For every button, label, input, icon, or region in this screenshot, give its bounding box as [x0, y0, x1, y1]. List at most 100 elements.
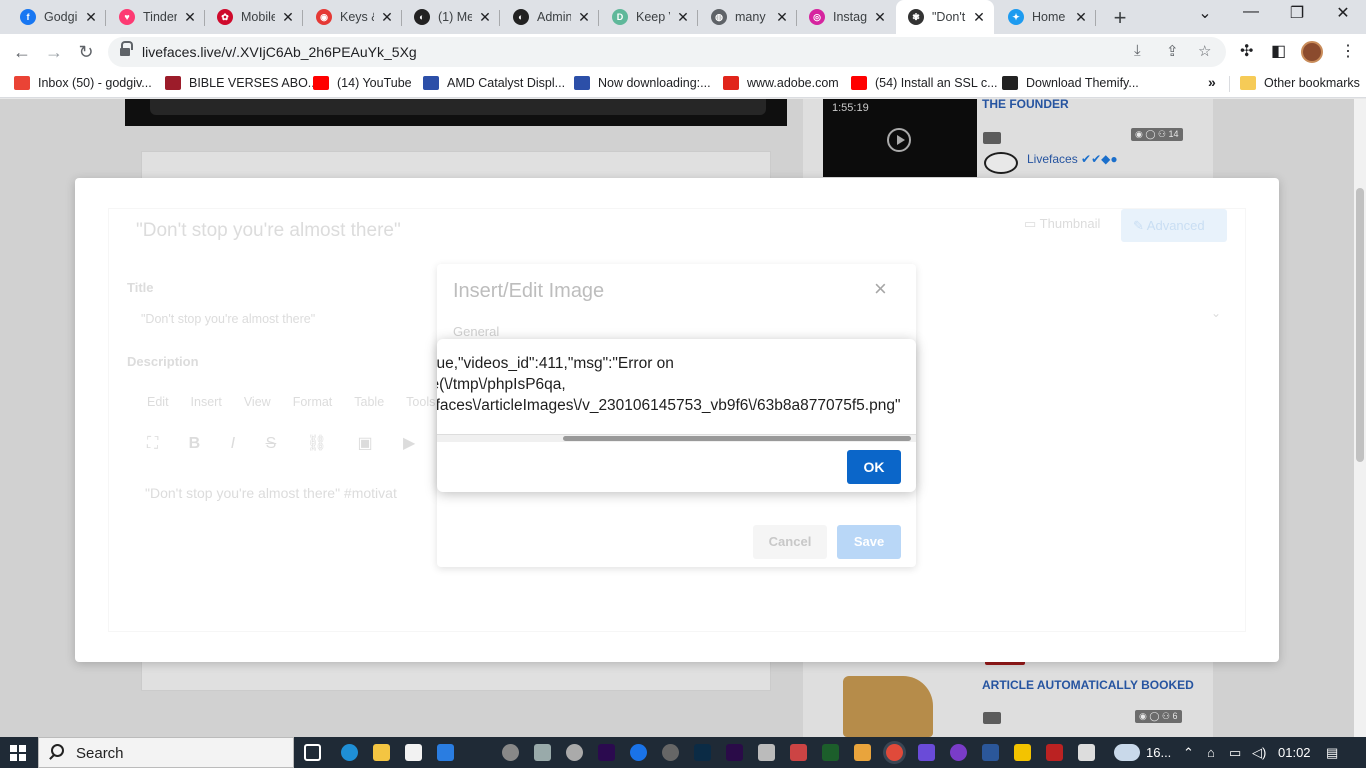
editor-menu-item[interactable]: Edit [147, 395, 169, 409]
tab-close-icon[interactable]: ✕ [183, 9, 197, 26]
word-icon[interactable] [982, 744, 999, 761]
app-icon[interactable] [630, 744, 647, 761]
mail-icon[interactable] [437, 744, 454, 761]
minimize-button[interactable]: — [1228, 3, 1274, 27]
address-url[interactable]: livefaces.live/v/.XVIjC6Ab_2h6PEAuYk_5Xg [142, 44, 417, 60]
bookmark-star-icon[interactable]: ☆ [1198, 42, 1211, 60]
app-icon[interactable] [950, 744, 967, 761]
link-icon[interactable]: ⛓ [307, 435, 327, 452]
bookmark-item[interactable]: (54) Install an SSL c... [851, 76, 998, 90]
settings-gear-icon[interactable] [502, 744, 519, 761]
install-app-icon[interactable]: ⤓ [1134, 42, 1141, 59]
browser-tab[interactable]: ✾ "Don't ✕ [896, 0, 994, 34]
tab-close-icon[interactable]: ✕ [380, 9, 394, 26]
app-icon[interactable] [1014, 744, 1031, 761]
app-icon[interactable] [790, 744, 807, 761]
browser-tab[interactable]: f Godgi ✕ [8, 4, 106, 30]
tab-close-icon[interactable]: ✕ [84, 9, 98, 26]
browser-tab[interactable]: ◉ Keys & ✕ [304, 4, 402, 30]
bookmark-item[interactable]: (14) YouTube [313, 76, 412, 90]
visual-studio-icon[interactable] [918, 744, 935, 761]
tab-close-icon[interactable]: ✕ [972, 9, 986, 26]
notifications-icon[interactable]: ▤ [1326, 745, 1338, 761]
save-button[interactable]: Save [837, 525, 901, 559]
browser-tab[interactable]: ◍ many ✕ [699, 4, 797, 30]
restore-button[interactable]: ❐ [1274, 3, 1320, 27]
tray-app-icon[interactable]: ⌂ [1207, 745, 1215, 760]
browser-tab[interactable]: ✦ Home ✕ [996, 4, 1096, 30]
store-icon[interactable] [405, 744, 422, 761]
browser-tab[interactable]: D Keep V ✕ [600, 4, 698, 30]
weather-temperature[interactable]: 16... [1146, 745, 1171, 760]
editor-menu-item[interactable]: Table [354, 395, 384, 409]
extensions-puzzle-icon[interactable]: ✣ [1240, 41, 1253, 61]
browser-tab[interactable]: ✿ Mobile ✕ [205, 4, 303, 30]
bookmark-item[interactable]: www.adobe.com [723, 76, 839, 90]
tab-search-chevron-icon[interactable]: ⌄ [1182, 3, 1228, 27]
side-panel-icon[interactable]: ◧ [1271, 41, 1286, 61]
profile-avatar[interactable] [1301, 41, 1323, 63]
other-bookmarks-folder[interactable]: Other bookmarks [1240, 76, 1360, 90]
close-window-button[interactable]: ✕ [1320, 3, 1366, 27]
bookmark-item[interactable]: Inbox (50) - godgiv... [14, 76, 152, 90]
tab-close-icon[interactable]: ✕ [873, 9, 887, 26]
ok-button[interactable]: OK [847, 450, 901, 484]
strikethrough-icon[interactable]: S [266, 435, 277, 452]
network-icon[interactable]: ▭ [1229, 745, 1241, 761]
dropdown-chevron-icon[interactable]: ⌄ [1211, 306, 1221, 320]
media-icon[interactable]: ▶ [403, 435, 415, 452]
app-icon[interactable] [822, 744, 839, 761]
app-icon[interactable] [566, 744, 583, 761]
tray-chevron-icon[interactable]: ⌃ [1183, 745, 1194, 761]
tab-close-icon[interactable]: ✕ [478, 9, 492, 26]
edge-browser-icon[interactable] [341, 744, 358, 761]
bookmark-item[interactable]: Now downloading:... [574, 76, 711, 90]
task-view-icon[interactable] [304, 744, 321, 761]
app-icon[interactable] [854, 744, 871, 761]
browser-tab[interactable]: ◎ Instag ✕ [797, 4, 895, 30]
page-scrollbar[interactable] [1354, 99, 1366, 737]
image-icon[interactable]: ▣ [357, 435, 372, 452]
chrome-icon[interactable] [886, 744, 903, 761]
title-input[interactable]: "Don't stop you're almost there" [141, 312, 315, 326]
browser-tab[interactable]: ◐ Admin ✕ [501, 4, 599, 30]
taskbar-search-box[interactable]: Search [38, 737, 294, 768]
tab-close-icon[interactable]: ✕ [577, 9, 591, 26]
remote-desktop-icon[interactable] [534, 744, 551, 761]
after-effects-icon[interactable] [726, 744, 743, 761]
volume-icon[interactable]: ◁) [1252, 745, 1266, 761]
editor-body-text[interactable]: "Don't stop you're almost there" #motiva… [145, 485, 397, 501]
menu-kebab-icon[interactable]: ⋮ [1340, 41, 1356, 61]
close-icon[interactable]: × [874, 276, 887, 302]
lock-icon[interactable] [120, 41, 133, 57]
italic-icon[interactable]: I [231, 435, 235, 452]
tab-close-icon[interactable]: ✕ [676, 9, 690, 26]
windows-start-icon[interactable] [10, 745, 26, 761]
editor-menu-item[interactable]: Format [293, 395, 333, 409]
photoshop-icon[interactable] [694, 744, 711, 761]
fullscreen-icon[interactable]: ⛶ [147, 435, 158, 452]
browser-tab[interactable]: ♥ Tinder ✕ [107, 4, 205, 30]
browser-tab[interactable]: ◐ (1) Me ✕ [402, 4, 500, 30]
notepad-icon[interactable] [1078, 744, 1095, 761]
tab-close-icon[interactable]: ✕ [775, 9, 789, 26]
filezilla-icon[interactable] [1046, 744, 1063, 761]
weather-cloud-icon[interactable] [1114, 744, 1140, 761]
alert-scrollbar-thumb[interactable] [563, 436, 911, 441]
address-bar[interactable]: livefaces.live/v/.XVIjC6Ab_2h6PEAuYk_5Xg… [108, 37, 1226, 67]
share-icon[interactable]: ⇪ [1166, 42, 1179, 60]
forward-arrow-icon[interactable]: → [42, 40, 66, 64]
back-arrow-icon[interactable]: ← [10, 40, 34, 64]
new-tab-button[interactable]: + [1108, 5, 1132, 31]
bookmark-item[interactable]: Download Themify... [1002, 76, 1139, 90]
tab-close-icon[interactable]: ✕ [1074, 9, 1088, 26]
editor-menu-item[interactable]: View [244, 395, 271, 409]
bold-icon[interactable]: B [189, 435, 201, 452]
alert-horizontal-scrollbar[interactable] [437, 434, 916, 442]
reload-icon[interactable]: ↻ [74, 40, 98, 64]
tab-general[interactable]: General [453, 324, 499, 339]
file-explorer-icon[interactable] [373, 744, 390, 761]
page-scrollbar-thumb[interactable] [1356, 188, 1364, 462]
app-icon[interactable] [662, 744, 679, 761]
clock-time[interactable]: 01:02 [1278, 745, 1311, 760]
